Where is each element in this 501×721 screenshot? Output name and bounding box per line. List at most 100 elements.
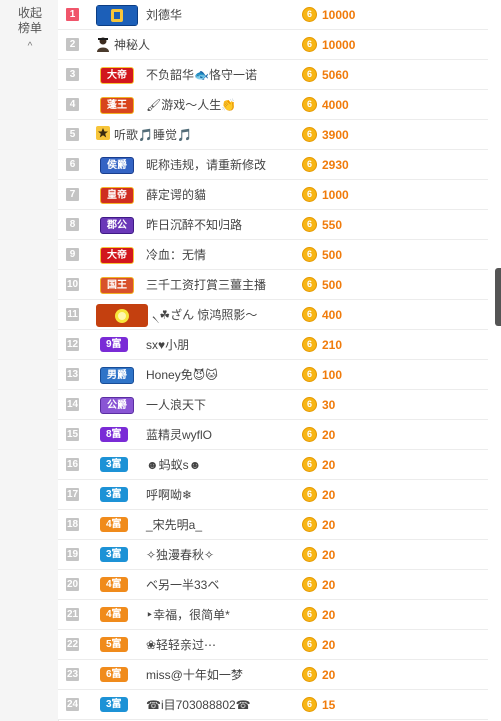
rank-badge: 8富: [100, 427, 128, 442]
rank-row[interactable]: 24 3富 ☎i目703088802☎ 6 15: [58, 690, 488, 720]
rank-badge: 男爵: [100, 367, 134, 384]
rank-row[interactable]: 19 3富 ✧独漫春秋✧ 6 20: [58, 540, 488, 570]
user-name[interactable]: ❀轻轻亲过⋯: [146, 638, 216, 652]
user-name[interactable]: 三千工资打賞三薑主播: [146, 278, 266, 292]
coin-icon: 6: [302, 307, 317, 322]
rank-row[interactable]: 6 侯爵 昵称违规，请重新修改 6 2930: [58, 150, 488, 180]
rank-badge: 4富: [100, 607, 128, 622]
rank-badge: 4富: [100, 517, 128, 532]
contribution-value: 500: [322, 278, 343, 292]
contribution-value: 15: [322, 698, 336, 712]
rank-row[interactable]: 22 5富 ❀轻轻亲过⋯ 6 20: [58, 630, 488, 660]
rank-row[interactable]: 11 ৲☘ざん 惊鸿照影～ 6 400: [58, 300, 488, 330]
user-name[interactable]: 神秘人: [114, 38, 150, 52]
user-name[interactable]: ☻蚂蚁s☻: [146, 458, 201, 472]
rank-row[interactable]: 21 4富 ‣幸福，很简单* 6 20: [58, 600, 488, 630]
chevron-up-icon: ^: [27, 41, 33, 52]
user-name[interactable]: 听歌🎵睡觉🎵: [114, 128, 192, 142]
user-name[interactable]: 不负韶华🐟恪守一诺: [146, 68, 257, 82]
rank-row[interactable]: 7 皇帝 薛定谔的貓 6 1000: [58, 180, 488, 210]
rank-number: 18: [66, 518, 79, 531]
user-name[interactable]: ✧独漫春秋✧: [146, 548, 214, 562]
rank-row[interactable]: 8 郡公 昨日沉醉不知归路 6 550: [58, 210, 488, 240]
rank-number: 19: [66, 548, 79, 561]
rank-row[interactable]: 20 4富 ベ另一半33ベ 6 20: [58, 570, 488, 600]
rank-badge: 大帝: [100, 247, 134, 264]
rank-row[interactable]: 9 大帝 冷血：无情 6 500: [58, 240, 488, 270]
rank-number: 8: [66, 218, 79, 231]
rank-row[interactable]: 14 公爵 一人浪天下 6 30: [58, 390, 488, 420]
collapse-rank-button[interactable]: 收起榜单 ^: [14, 6, 46, 54]
rank-number: 5: [66, 128, 79, 141]
rank-badge: 3富: [100, 547, 128, 562]
contribution-value: 20: [322, 668, 336, 682]
rank-badge: 6富: [100, 667, 128, 682]
contribution-value: 20: [322, 458, 336, 472]
rank-badge: 3富: [100, 487, 128, 502]
fire-banner-icon: [96, 304, 148, 327]
user-name[interactable]: 呼啊呦❄: [146, 488, 192, 502]
coin-icon: 6: [302, 247, 317, 262]
contribution-value: 2930: [322, 158, 349, 172]
coin-icon: 6: [302, 577, 317, 592]
rank-badge: 5富: [100, 637, 128, 652]
star-icon: [96, 126, 110, 142]
user-name[interactable]: 一人浪天下: [146, 398, 206, 412]
rank-row[interactable]: 2 神秘人 6 10000: [58, 30, 488, 60]
rank-number: 17: [66, 488, 79, 501]
contribution-value: 20: [322, 428, 336, 442]
rank-row[interactable]: 13 男爵 Honey免😈🐱 6 100: [58, 360, 488, 390]
rank-row[interactable]: 1 刘德华 6 10000: [58, 0, 488, 30]
user-name[interactable]: Honey免😈🐱: [146, 368, 218, 382]
rank-number: 4: [66, 98, 79, 111]
rank-row[interactable]: 16 3富 ☻蚂蚁s☻ 6 20: [58, 450, 488, 480]
rank-row[interactable]: 4 蓬王 🖌游戏～人生👏 6 4000: [58, 90, 488, 120]
rank-badge: 蓬王: [100, 97, 134, 114]
contribution-value: 20: [322, 548, 336, 562]
rank-row[interactable]: 3 大帝 不负韶华🐟恪守一诺 6 5060: [58, 60, 488, 90]
user-name[interactable]: 蓝精灵wyflO: [146, 428, 212, 442]
rank-row[interactable]: 17 3富 呼啊呦❄ 6 20: [58, 480, 488, 510]
user-name[interactable]: miss@十年如一梦: [146, 668, 243, 682]
coin-icon: 6: [302, 217, 317, 232]
rank-badge: 皇帝: [100, 187, 134, 204]
rank-row[interactable]: 10 国王 三千工资打賞三薑主播 6 500: [58, 270, 488, 300]
user-name[interactable]: 冷血：无情: [146, 248, 206, 262]
scrollbar-thumb[interactable]: [495, 268, 501, 326]
contribution-value: 20: [322, 638, 336, 652]
coin-icon: 6: [302, 367, 317, 382]
user-name[interactable]: 🖌游戏～人生👏: [146, 98, 236, 112]
rank-row[interactable]: 15 8富 蓝精灵wyflO 6 20: [58, 420, 488, 450]
collapse-label: 收起榜单: [17, 6, 42, 35]
contribution-value: 20: [322, 608, 336, 622]
contribution-value: 20: [322, 488, 336, 502]
rank-badge: 郡公: [100, 217, 134, 234]
user-name[interactable]: 昨日沉醉不知归路: [146, 218, 242, 232]
user-name[interactable]: ☎i目703088802☎: [146, 698, 251, 712]
user-name[interactable]: 薛定谔的貓: [146, 188, 206, 202]
rank-row[interactable]: 23 6富 miss@十年如一梦 6 20: [58, 660, 488, 690]
user-name[interactable]: 昵称违规，请重新修改: [146, 158, 266, 172]
contribution-value: 5060: [322, 68, 349, 82]
rank-badge: 公爵: [100, 397, 134, 414]
rank-badge: 4富: [100, 577, 128, 592]
rank-row[interactable]: 18 4富 _宋先明a_ 6 20: [58, 510, 488, 540]
coin-icon: 6: [302, 427, 317, 442]
user-name[interactable]: ৲☘ざん 惊鸿照影～: [152, 308, 257, 322]
contribution-value: 100: [322, 368, 343, 382]
rank-badge: 侯爵: [100, 157, 134, 174]
user-name[interactable]: _宋先明a_: [146, 518, 202, 532]
user-name[interactable]: 刘德华: [146, 8, 182, 22]
user-name[interactable]: ベ另一半33ベ: [146, 578, 219, 592]
contribution-value: 10000: [322, 38, 356, 52]
rank-number: 3: [66, 68, 79, 81]
coin-icon: 6: [302, 547, 317, 562]
coin-icon: 6: [302, 67, 317, 82]
coin-icon: 6: [302, 337, 317, 352]
coin-icon: 6: [302, 97, 317, 112]
rank-row[interactable]: 12 9富 sx♥小朋 6 210: [58, 330, 488, 360]
user-name[interactable]: ‣幸福，很简单*: [146, 608, 230, 622]
rank-row[interactable]: 5 听歌🎵睡觉🎵 6 3900: [58, 120, 488, 150]
rank-badge: 3富: [100, 457, 128, 472]
user-name[interactable]: sx♥小朋: [146, 338, 189, 352]
